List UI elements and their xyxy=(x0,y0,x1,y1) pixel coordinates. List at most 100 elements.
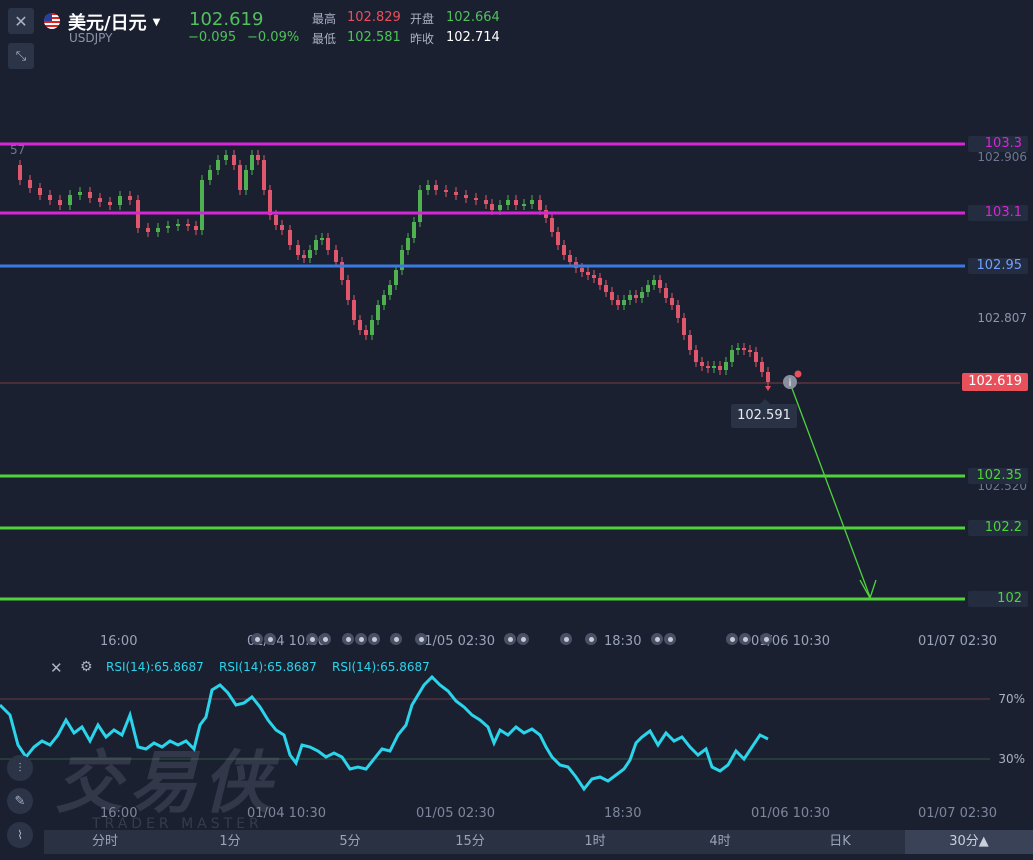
candle-body xyxy=(760,362,764,372)
time-label: 01/07 02:30 xyxy=(918,634,998,649)
candle-body xyxy=(586,272,590,275)
candle-body xyxy=(530,200,534,204)
candle-body xyxy=(610,292,614,300)
candle-body xyxy=(444,190,448,192)
tab-30min-selected[interactable]: 30分▲ xyxy=(905,830,1033,854)
candle-body xyxy=(18,165,22,180)
candle-body xyxy=(108,202,112,205)
svg-text:i: i xyxy=(789,378,792,389)
candle-body xyxy=(418,190,422,222)
candle-body xyxy=(490,204,494,210)
tab-timeframe[interactable]: 1分 xyxy=(205,830,255,854)
left-price-partial: 57 xyxy=(10,143,26,157)
candle-body xyxy=(280,225,284,230)
candle-body xyxy=(538,200,542,210)
candle-body xyxy=(742,348,746,350)
event-marker[interactable] xyxy=(726,633,751,649)
candle-body xyxy=(288,230,292,245)
timeframe-bar xyxy=(44,830,1033,854)
candle-body xyxy=(694,350,698,362)
candle-body xyxy=(406,238,410,250)
tab-timeframe[interactable]: 4时 xyxy=(695,830,745,854)
candle-body xyxy=(352,300,356,320)
event-marker[interactable] xyxy=(651,633,676,649)
candle-body xyxy=(604,285,608,292)
candle-body xyxy=(454,192,458,195)
candle-body xyxy=(646,285,650,292)
event-marker[interactable] xyxy=(504,633,529,649)
candle-body xyxy=(326,238,330,250)
indicator-tool-button[interactable]: ⫶ xyxy=(7,755,33,781)
event-marker[interactable] xyxy=(390,633,402,649)
candle-body xyxy=(706,366,710,368)
candle-body xyxy=(274,215,278,225)
candle-body xyxy=(296,245,300,255)
candle-body xyxy=(48,195,52,200)
candle-body xyxy=(712,366,716,368)
candle-body xyxy=(194,226,198,230)
candle-body xyxy=(186,224,190,226)
candle-body xyxy=(464,195,468,198)
candle-body xyxy=(68,195,72,205)
candle-body xyxy=(766,372,770,382)
current-price-tag: 102.619 xyxy=(962,373,1028,391)
candle-body xyxy=(166,226,170,228)
event-marker[interactable] xyxy=(560,633,572,649)
line-chart-icon: ⌇ xyxy=(17,828,23,842)
candle-body xyxy=(724,362,728,370)
candle-body xyxy=(506,200,510,205)
tab-timeframe[interactable]: 1时 xyxy=(570,830,620,854)
rsi-30-label: 30% xyxy=(998,752,1025,766)
candle-body xyxy=(382,295,386,305)
candle-body xyxy=(748,350,752,352)
candle-body xyxy=(426,185,430,190)
candle-body xyxy=(568,255,572,262)
candle-body xyxy=(216,160,220,170)
event-marker[interactable] xyxy=(251,633,276,649)
candle-body xyxy=(250,155,254,170)
rsi-settings-icon[interactable]: ⚙ xyxy=(80,659,93,675)
watermark-logo: 交易侠 xyxy=(55,744,278,823)
candle-body xyxy=(146,228,150,232)
tab-timeframe[interactable]: 日K xyxy=(815,830,865,854)
candle-body xyxy=(238,165,242,190)
candle-body xyxy=(232,155,236,165)
candle-body xyxy=(200,180,204,230)
event-marker[interactable] xyxy=(760,633,772,649)
candle-body xyxy=(616,300,620,305)
rsi-time-label: 01/07 02:30 xyxy=(918,806,998,821)
hover-tooltip: 102.591 xyxy=(731,399,797,428)
rsi-time-label: 01/05 02:30 xyxy=(416,806,496,821)
tab-timeframe[interactable]: 分时 xyxy=(80,830,130,854)
candle-body xyxy=(652,280,656,285)
candle-body xyxy=(658,280,662,288)
candle-body xyxy=(550,218,554,232)
candle-body xyxy=(224,155,228,160)
candle-body xyxy=(514,200,518,205)
candle-body xyxy=(474,198,478,200)
time-label: 16:00 xyxy=(100,634,138,649)
candle-body xyxy=(302,255,306,258)
candle-body xyxy=(562,245,566,255)
candle-body xyxy=(256,155,260,160)
tab-timeframe[interactable]: 5分 xyxy=(325,830,375,854)
event-marker[interactable] xyxy=(415,633,427,649)
level-tag-102.2: 102.2 xyxy=(968,520,1028,536)
event-marker[interactable] xyxy=(585,633,597,649)
rsi-label-3: RSI(14):65.8687 xyxy=(332,660,430,674)
candle-body xyxy=(640,292,644,298)
candle-body xyxy=(700,362,704,366)
event-marker[interactable] xyxy=(306,633,331,649)
candle-body xyxy=(498,205,502,210)
draw-tool-button[interactable]: ✎ xyxy=(7,788,33,814)
event-marker[interactable] xyxy=(342,633,380,649)
tab-timeframe[interactable]: 15分 xyxy=(445,830,495,854)
candle-body xyxy=(88,192,92,198)
candle-body xyxy=(268,190,272,215)
candle-body xyxy=(98,198,102,202)
main-chart[interactable]: i xyxy=(0,0,1033,660)
candle-body xyxy=(670,298,674,305)
candle-body xyxy=(320,238,324,240)
rsi-tool-button[interactable]: ⌇ xyxy=(7,822,33,848)
time-label: 18:30 xyxy=(604,634,642,649)
